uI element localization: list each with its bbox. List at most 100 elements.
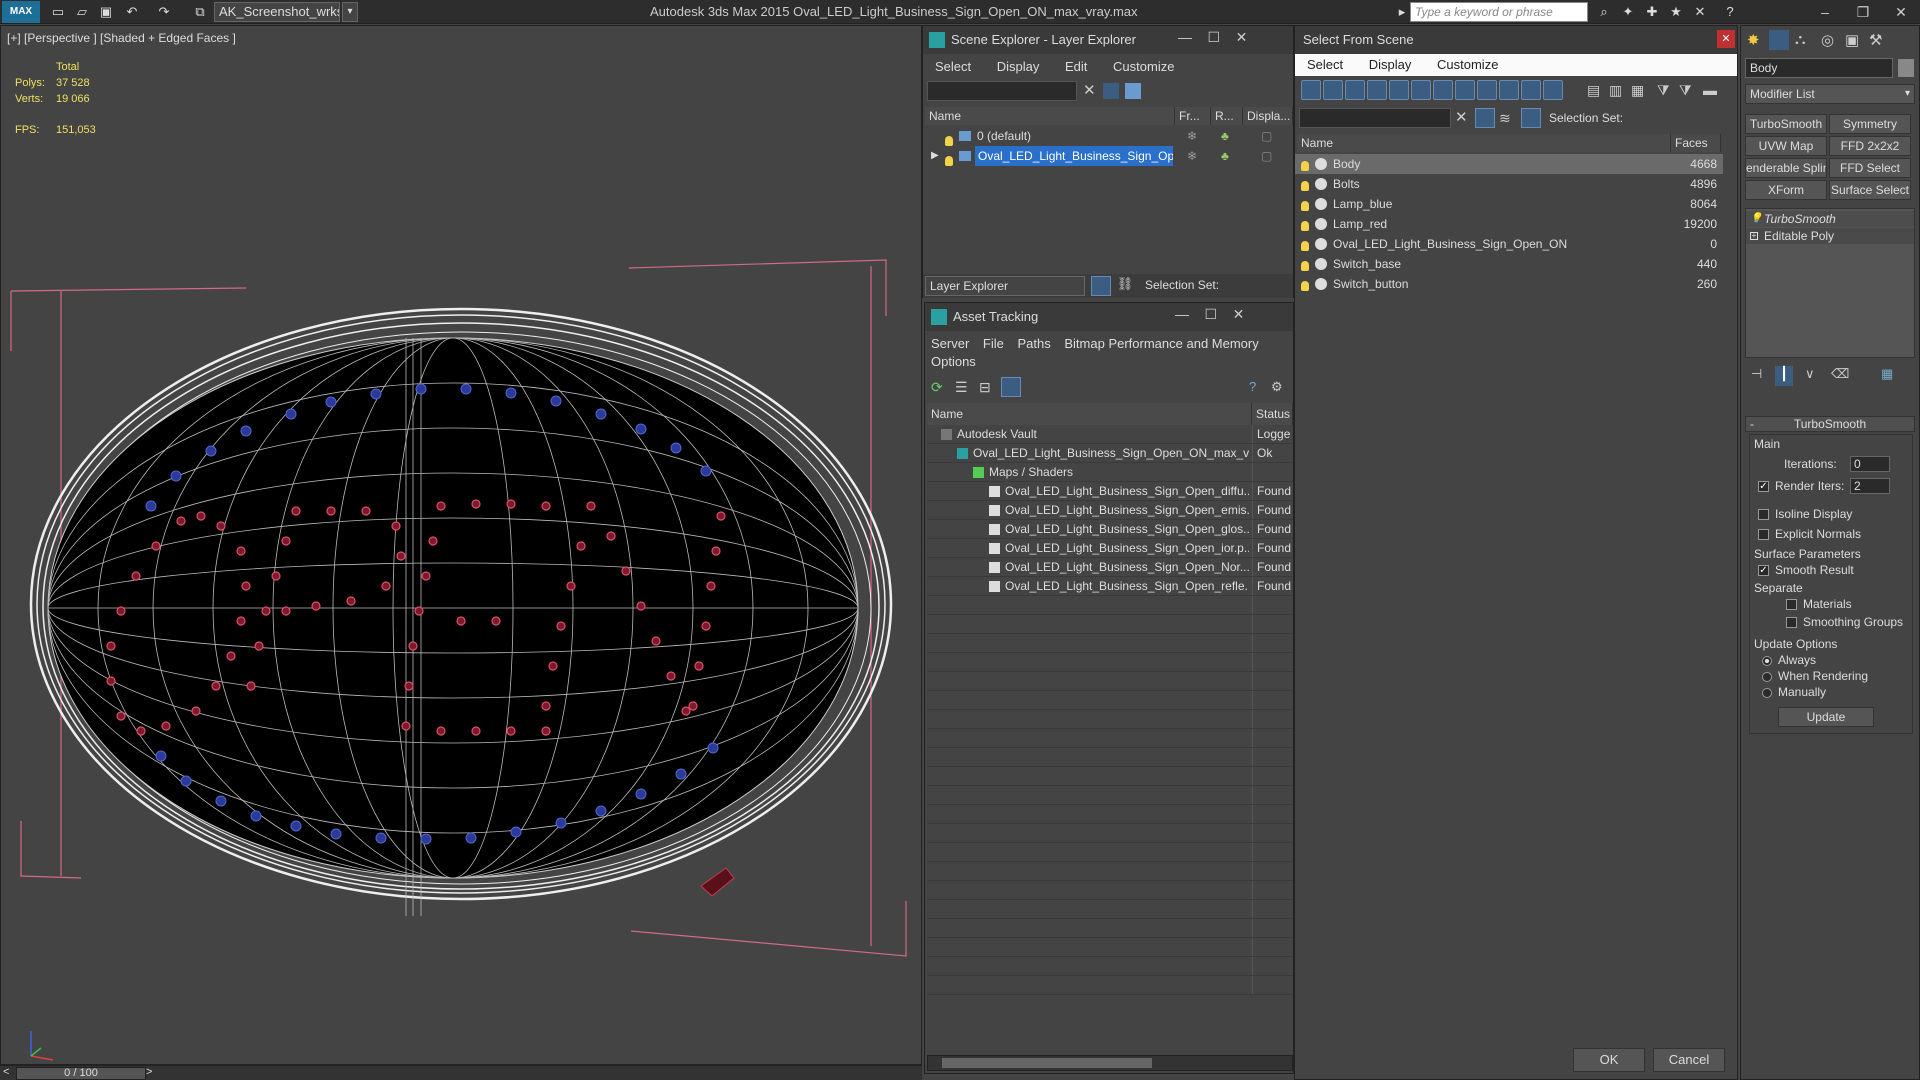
bulb-icon[interactable] [1301, 215, 1309, 234]
list-icon[interactable]: ☰ [955, 379, 968, 396]
modifier-list-dropdown[interactable]: Modifier List ▾ [1745, 84, 1915, 104]
filter-bones-icon[interactable] [1477, 80, 1497, 100]
menu-server[interactable]: Server [931, 336, 969, 351]
hierarchy-icon[interactable] [1521, 108, 1541, 128]
filter-hidden-icon[interactable] [1543, 80, 1563, 100]
materials-row[interactable]: Materials [1786, 597, 1852, 611]
filter-icon[interactable] [1475, 108, 1495, 128]
oval-sign-model[interactable] [1, 26, 922, 1065]
column-name[interactable]: Name [927, 403, 1252, 425]
filter-containers-icon[interactable] [1499, 80, 1519, 100]
stack-item-turbosmooth[interactable]: 💡 TurboSmooth [1746, 211, 1914, 227]
help-icon[interactable]: ? [1249, 379, 1256, 394]
turbosmooth-rollout-header[interactable]: - TurboSmooth [1745, 416, 1915, 432]
settings-icon[interactable]: ⚙ [1271, 379, 1283, 395]
pin-stack-icon[interactable]: ⊣ [1751, 366, 1762, 382]
smooth-result-row[interactable]: ✓ Smooth Result [1758, 563, 1854, 577]
manually-radio[interactable] [1762, 687, 1772, 698]
cancel-button[interactable]: Cancel [1653, 1048, 1725, 1072]
layers-icon[interactable] [1125, 83, 1141, 99]
asset-row[interactable]: Maps / Shaders [927, 463, 1293, 482]
asset-row[interactable]: Oval_LED_Light_Business_Sign_Open_refle.… [927, 577, 1293, 596]
scrollbar-thumb[interactable] [942, 1058, 1152, 1068]
time-slider-thumb[interactable]: 0 / 100 [16, 1067, 146, 1080]
asset-row[interactable]: Oval_LED_Light_Business_Sign_Open_emis..… [927, 501, 1293, 520]
modify-tab-icon[interactable] [1769, 30, 1789, 50]
remove-modifier-icon[interactable]: ⌫ [1831, 366, 1849, 382]
bulb-icon[interactable] [1301, 275, 1309, 294]
mod-xform-button[interactable]: XForm [1745, 180, 1827, 200]
column-name[interactable]: Name [1297, 134, 1671, 152]
object-row[interactable]: Lamp_red 19200 [1295, 214, 1723, 234]
always-radio[interactable] [1762, 655, 1772, 666]
mod-renderable-spline-button[interactable]: enderable Splin [1745, 158, 1827, 178]
clear-search-icon[interactable]: ✕ [1455, 108, 1468, 126]
hierarchy-tab-icon[interactable]: ⛬ [1795, 31, 1806, 48]
object-name-field[interactable]: Body [1745, 58, 1893, 78]
asset-row[interactable]: Oval_LED_Light_Business_Sign_Open_glos..… [927, 520, 1293, 539]
hierarchy-icon[interactable]: ⛓ [1115, 276, 1135, 296]
menu-paths[interactable]: Paths [1018, 336, 1051, 351]
render-icon[interactable]: ♣ [1221, 126, 1229, 146]
select-search-input[interactable] [1299, 108, 1451, 128]
window-controls[interactable]: — ☐ ✕ [1175, 306, 1285, 323]
bulb-icon[interactable] [1301, 195, 1309, 214]
expand-icon[interactable]: ▶ [931, 146, 939, 166]
materials-checkbox[interactable] [1786, 599, 1797, 611]
render-iters-checkbox[interactable]: ✓ [1758, 481, 1769, 493]
smoothing-groups-checkbox[interactable] [1786, 617, 1797, 629]
when-rendering-radio[interactable] [1762, 671, 1772, 682]
display-tab-icon[interactable]: ▣ [1845, 31, 1859, 49]
tools-icon[interactable]: ✦ [1618, 2, 1638, 22]
binoculars-icon[interactable]: ⌕ [1594, 2, 1614, 22]
object-color-swatch[interactable] [1897, 58, 1915, 78]
next-frame-button[interactable]: > [146, 1066, 152, 1078]
display-all-icon[interactable]: ▤ [1587, 82, 1600, 99]
mod-turbosmooth-button[interactable]: TurboSmooth [1745, 114, 1827, 134]
when-rendering-row[interactable]: When Rendering [1762, 669, 1868, 683]
bulb-icon[interactable] [1301, 255, 1309, 274]
close-icon[interactable]: ✕ [1717, 30, 1735, 48]
column-render[interactable]: R... [1211, 107, 1243, 125]
column-status[interactable]: Status [1252, 403, 1293, 425]
close-icon[interactable]: ✕ [1690, 2, 1710, 22]
freeze-icon[interactable]: ❄ [1187, 126, 1197, 146]
asset-row[interactable]: Oval_LED_Light_Business_Sign_Open_ON_max… [927, 444, 1293, 463]
expand-icon[interactable]: + [1750, 232, 1758, 240]
mod-ffdselect-button[interactable]: FFD Select [1829, 158, 1911, 178]
filter-geometry-icon[interactable] [1301, 80, 1321, 100]
redo-icon[interactable]: ↷ [154, 2, 174, 22]
clear-search-icon[interactable]: ✕ [1083, 81, 1096, 99]
menu-select[interactable]: Select [1307, 57, 1343, 72]
object-row[interactable]: Body 4668 [1295, 154, 1723, 174]
render-icon[interactable]: ♣ [1221, 146, 1229, 166]
render-iters-spinner[interactable]: 2 [1850, 478, 1890, 494]
bulb-icon[interactable] [945, 150, 953, 166]
funnel-icon[interactable]: ⧩ [1657, 82, 1670, 99]
filter-frozen-icon[interactable] [1521, 80, 1541, 100]
isoline-checkbox[interactable] [1758, 509, 1769, 521]
explicit-normals-row[interactable]: Explicit Normals [1758, 527, 1861, 541]
search-input[interactable]: Type a keyword or phrase [1410, 2, 1588, 22]
object-row[interactable]: Bolts 4896 [1295, 174, 1723, 194]
mod-uvwmap-button[interactable]: UVW Map [1745, 136, 1827, 156]
explorer-type-dropdown[interactable]: Layer Explorer [925, 276, 1085, 296]
tree-icon[interactable]: ⊟ [979, 379, 991, 396]
minimize-icon[interactable]: – [1806, 0, 1844, 24]
bulb-icon[interactable]: 💡 [1750, 211, 1762, 227]
asset-row[interactable]: Oval_LED_Light_Business_Sign_Open_diffu.… [927, 482, 1293, 501]
window-controls[interactable]: — ☐ ✕ [1178, 29, 1268, 46]
freeze-icon[interactable]: ❄ [1187, 146, 1197, 166]
filter-icon[interactable] [1103, 83, 1119, 99]
asset-row[interactable]: Oval_LED_Light_Business_Sign_Open_ior.p.… [927, 539, 1293, 558]
make-unique-icon[interactable]: ∨ [1805, 366, 1815, 382]
layers-icon[interactable]: ≋ [1499, 110, 1511, 127]
filter-cameras-icon[interactable] [1367, 80, 1387, 100]
object-row[interactable]: Switch_button 260 [1295, 274, 1723, 294]
motion-tab-icon[interactable]: ◎ [1821, 31, 1834, 49]
layer-row-default[interactable]: 0 (default) ❄ ♣ ▢ [923, 126, 1293, 146]
help-icon[interactable]: ? [1720, 2, 1740, 22]
chevron-down-icon[interactable]: ▾ [342, 2, 358, 22]
show-end-result-icon[interactable]: ┃ [1775, 366, 1793, 386]
workspace-selector[interactable]: AK_Screenshot_wrksp [214, 2, 340, 22]
